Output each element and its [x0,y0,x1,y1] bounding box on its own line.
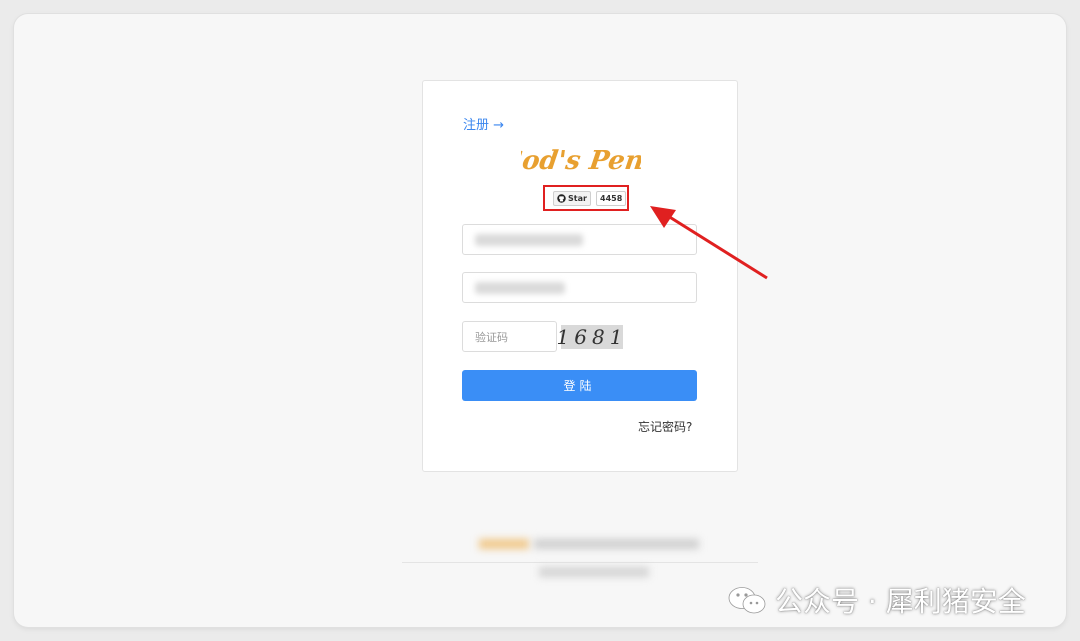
watermark: 公众号 · 犀利猪安全 [727,580,1026,620]
annotation-arrow [650,206,768,280]
watermark-text: 公众号 · 犀利猪安全 [775,585,1026,618]
wechat-icon [728,587,766,614]
